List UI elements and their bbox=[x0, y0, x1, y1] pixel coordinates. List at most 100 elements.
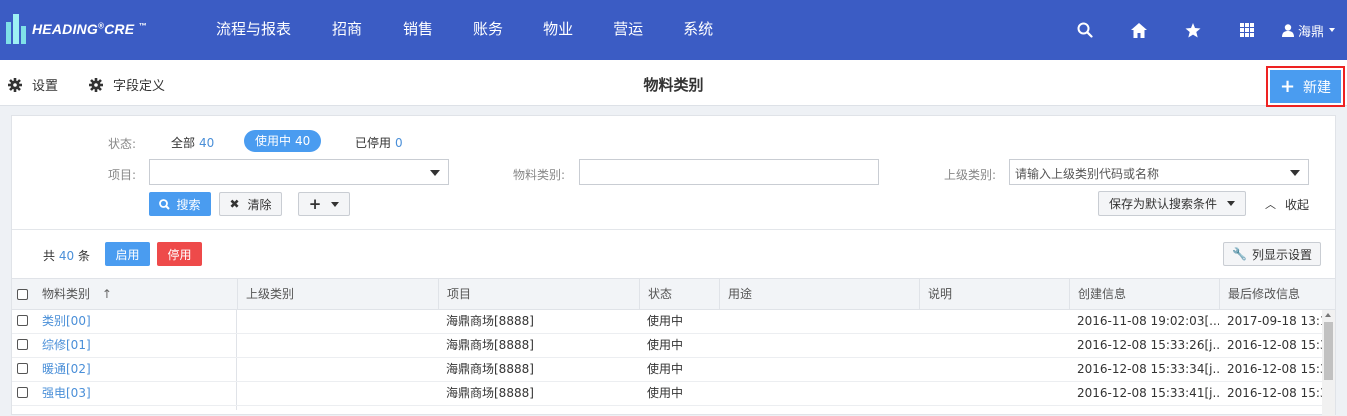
new-button-label: 新建 bbox=[1303, 79, 1332, 96]
row-checkbox[interactable] bbox=[17, 315, 28, 326]
brand-logo[interactable]: HEADING®CRE ™ bbox=[4, 12, 147, 46]
column-header-category[interactable]: 物料类别 ↑ bbox=[34, 279, 237, 310]
created-cell: 2016-12-08 15:33:26[j... bbox=[1077, 338, 1219, 352]
home-icon[interactable] bbox=[1112, 0, 1166, 60]
table-row[interactable]: 暖通[02] 海鼎商场[8888] 使用中 2016-12-08 15:33:3… bbox=[12, 358, 1322, 382]
project-cell: 海鼎商场[8888] bbox=[446, 362, 534, 376]
category-link[interactable]: 类别[00] bbox=[34, 310, 91, 333]
row-checkbox[interactable] bbox=[17, 363, 28, 374]
column-header-modified[interactable]: 最后修改信息 bbox=[1219, 279, 1335, 310]
nav-item-sales[interactable]: 销售 bbox=[383, 0, 453, 60]
user-icon bbox=[1281, 23, 1294, 37]
column-header-label: 物料类别 bbox=[42, 287, 91, 301]
user-menu[interactable]: 海鼎 bbox=[1274, 0, 1347, 60]
nav-item-operations[interactable]: 营运 bbox=[593, 0, 663, 60]
nav-item-system[interactable]: 系统 bbox=[663, 0, 733, 60]
column-settings-button[interactable]: 🔧 列显示设置 bbox=[1223, 242, 1321, 266]
disable-button[interactable]: 停用 bbox=[157, 242, 202, 266]
enable-button[interactable]: 启用 bbox=[105, 242, 150, 266]
select-all-checkbox[interactable] bbox=[17, 289, 28, 300]
sort-arrow-icon: ↑ bbox=[101, 287, 112, 301]
clear-button-label: 清除 bbox=[247, 197, 272, 212]
search-icon[interactable] bbox=[1058, 0, 1112, 60]
collapse-label: 收起 bbox=[1285, 198, 1310, 212]
record-count: 共 40 条 bbox=[43, 247, 90, 264]
nav-item-reports[interactable]: 流程与报表 bbox=[196, 0, 311, 60]
status-all-label: 全部 bbox=[171, 136, 196, 150]
grid-icon[interactable] bbox=[1220, 0, 1274, 60]
table-scrollbar[interactable] bbox=[1322, 310, 1335, 416]
category-link[interactable]: 综修[01] bbox=[34, 334, 91, 357]
note-cell bbox=[919, 334, 927, 357]
table-row[interactable]: 综修[01] 海鼎商场[8888] 使用中 2016-12-08 15:33:2… bbox=[12, 334, 1322, 358]
save-default-search-button[interactable]: 保存为默认搜索条件 bbox=[1098, 191, 1246, 216]
category-link[interactable]: 强电[03] bbox=[34, 382, 91, 405]
column-header-usage[interactable]: 用途 bbox=[719, 279, 919, 310]
column-header-status[interactable]: 状态 bbox=[639, 279, 719, 310]
category-input[interactable] bbox=[579, 159, 879, 185]
caret-down-icon bbox=[1290, 170, 1300, 176]
nav-item-property[interactable]: 物业 bbox=[523, 0, 593, 60]
column-header-parent[interactable]: 上级类别 bbox=[237, 279, 438, 310]
category-link[interactable]: 暖通[02] bbox=[34, 358, 91, 381]
table-row[interactable]: 强电[03] 海鼎商场[8888] 使用中 2016-12-08 15:33:4… bbox=[12, 382, 1322, 406]
caret-down-icon bbox=[1227, 201, 1235, 206]
note-cell bbox=[919, 382, 927, 405]
wrench-icon: 🔧 bbox=[1232, 247, 1247, 261]
status-cell: 使用中 bbox=[647, 386, 684, 400]
nav-item-leasing[interactable]: 招商 bbox=[311, 0, 383, 60]
clear-button[interactable]: ✖ 清除 bbox=[219, 192, 282, 216]
add-condition-button[interactable]: + bbox=[298, 192, 350, 216]
caret-down-icon bbox=[430, 170, 440, 176]
caret-down-icon bbox=[331, 201, 340, 207]
page-toolbar: 设置 字段定义 物料类别 + 新建 bbox=[0, 60, 1347, 107]
column-header-note[interactable]: 说明 bbox=[919, 279, 1069, 310]
modified-cell: 2016-12-08 15:3 bbox=[1227, 362, 1322, 376]
scroll-up-icon[interactable] bbox=[1325, 313, 1331, 317]
plus-icon: + bbox=[1279, 75, 1296, 97]
parent-cell bbox=[237, 358, 245, 381]
table-row[interactable]: 类别[00] 海鼎商场[8888] 使用中 2016-11-08 19:02:0… bbox=[12, 310, 1322, 334]
brand-name: HEADING®CRE ™ bbox=[32, 21, 147, 37]
new-button-highlight: + 新建 bbox=[1266, 66, 1345, 107]
modified-cell: 2016-12-08 15:3 bbox=[1227, 338, 1322, 352]
column-header-project[interactable]: 项目 bbox=[438, 279, 639, 310]
column-header-created[interactable]: 创建信息 bbox=[1069, 279, 1219, 310]
status-all-count: 40 bbox=[199, 136, 215, 150]
status-all[interactable]: 全部 40 bbox=[171, 132, 214, 154]
created-cell: 2016-12-08 15:33:41[j... bbox=[1077, 386, 1219, 400]
status-disabled[interactable]: 已停用 0 bbox=[355, 132, 403, 154]
star-icon[interactable] bbox=[1166, 0, 1220, 60]
logo-icon bbox=[4, 14, 28, 44]
parent-cell bbox=[237, 382, 245, 405]
save-default-label: 保存为默认搜索条件 bbox=[1108, 197, 1217, 211]
project-select[interactable] bbox=[149, 159, 449, 185]
record-count-value: 40 bbox=[58, 249, 75, 263]
scrollbar-thumb[interactable] bbox=[1324, 322, 1333, 380]
status-active-label: 使用中 bbox=[255, 134, 292, 148]
note-cell bbox=[919, 358, 927, 381]
row-checkbox[interactable] bbox=[17, 339, 28, 350]
project-cell: 海鼎商场[8888] bbox=[446, 338, 534, 352]
close-icon: ✖ bbox=[229, 197, 240, 211]
category-label: 物料类别: bbox=[513, 168, 566, 182]
parent-category-select[interactable]: 请输入上级类别代码或名称 bbox=[1009, 159, 1309, 185]
usage-cell bbox=[719, 334, 727, 357]
usage-cell bbox=[719, 358, 727, 381]
parent-cell bbox=[237, 334, 245, 357]
page-title: 物料类别 bbox=[643, 76, 704, 94]
status-cell: 使用中 bbox=[647, 362, 684, 376]
project-cell: 海鼎商场[8888] bbox=[446, 386, 534, 400]
search-button[interactable]: 搜索 bbox=[149, 192, 211, 216]
collapse-toggle[interactable]: ︿ 收起 bbox=[1265, 196, 1309, 213]
status-label: 状态: bbox=[108, 137, 137, 151]
status-disabled-count: 0 bbox=[395, 136, 403, 150]
nav-item-accounts[interactable]: 账务 bbox=[453, 0, 523, 60]
new-button[interactable]: + 新建 bbox=[1270, 70, 1341, 103]
table-header: 物料类别 ↑ 上级类别 项目 状态 用途 说明 创建信息 最后修改信息 bbox=[12, 278, 1335, 310]
record-count-prefix: 共 bbox=[43, 249, 56, 263]
project-label: 项目: bbox=[108, 168, 137, 182]
status-active[interactable]: 使用中 40 bbox=[244, 130, 322, 152]
usage-cell bbox=[719, 382, 727, 405]
row-checkbox[interactable] bbox=[17, 387, 28, 398]
